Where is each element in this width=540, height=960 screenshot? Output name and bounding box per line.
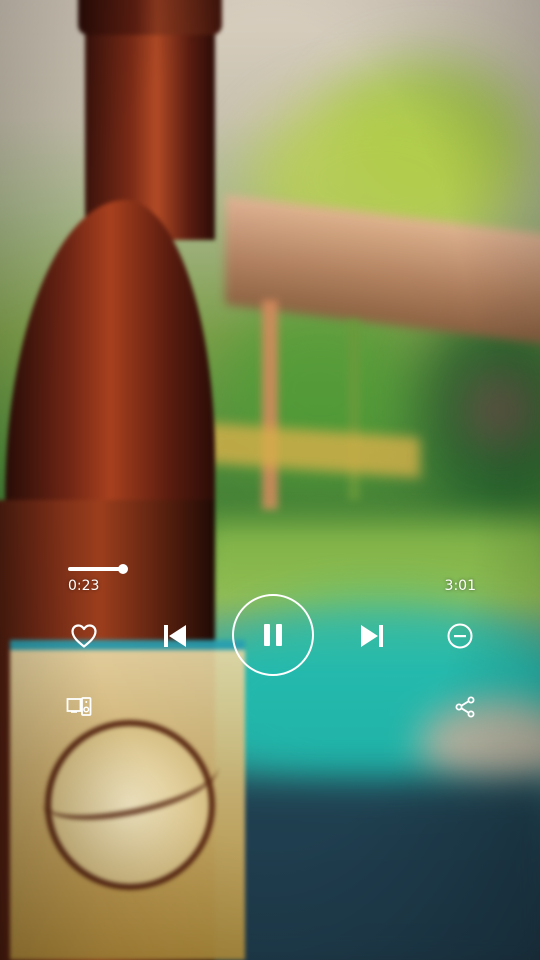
play-pause-button[interactable]: [232, 594, 314, 676]
progress-bar[interactable]: [68, 564, 478, 574]
hide-song-button[interactable]: [440, 616, 480, 656]
skip-previous-icon: [164, 625, 186, 647]
share-button[interactable]: [448, 690, 482, 724]
share-icon: [455, 696, 475, 718]
elapsed-time: 0:23: [68, 578, 100, 594]
now-playing-controls: 0:23 3:01: [0, 0, 540, 960]
connect-devices-button[interactable]: [62, 690, 96, 724]
minus-circle-icon: [447, 623, 473, 649]
progress-thumb[interactable]: [118, 564, 129, 574]
like-button[interactable]: [64, 616, 104, 656]
next-button[interactable]: [352, 616, 392, 656]
progress-fill: [68, 567, 124, 571]
total-time: 3:01: [444, 578, 476, 594]
heart-outline-icon: [71, 624, 97, 648]
devices-icon: [66, 697, 92, 716]
pause-icon: [264, 624, 282, 646]
previous-button[interactable]: [155, 616, 195, 656]
skip-next-icon: [361, 625, 383, 647]
